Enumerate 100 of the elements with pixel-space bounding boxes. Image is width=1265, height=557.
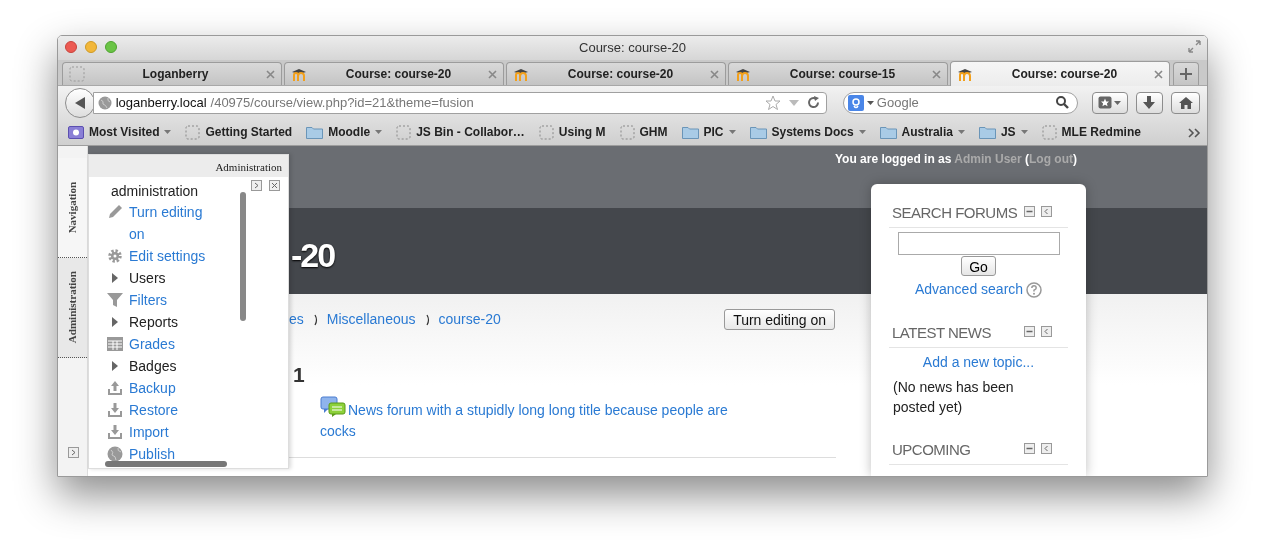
folder-icon (306, 125, 324, 139)
download-icon (107, 424, 123, 440)
pencil-icon (107, 204, 123, 220)
collapse-icon[interactable] (1024, 206, 1035, 217)
bookmarks-menu-button[interactable] (1091, 91, 1128, 114)
separator-icon (313, 313, 319, 326)
bookmark-item[interactable]: PIC (681, 123, 736, 141)
blank-page-icon (185, 124, 201, 140)
block-title: LATEST NEWS (892, 323, 992, 343)
admin-link[interactable]: Grades (129, 333, 213, 355)
minimize-button[interactable] (85, 41, 97, 53)
browser-tab[interactable]: Course: course-20 (950, 61, 1170, 86)
dock-icon[interactable] (1041, 443, 1052, 454)
bookmark-item[interactable]: Systems Docs (749, 123, 866, 141)
dock-icon[interactable] (1041, 206, 1052, 217)
downloads-button[interactable] (1135, 91, 1164, 114)
window-title: Course: course-20 (579, 39, 686, 58)
search-field[interactable]: Google (842, 91, 1078, 114)
admin-branch[interactable]: Reports (129, 311, 213, 333)
bookmark-item[interactable]: Getting Started (185, 123, 293, 141)
bookmark-item[interactable]: Most Visited (68, 123, 172, 141)
block-title: UPCOMING (892, 440, 972, 460)
star-icon (1098, 96, 1113, 109)
help-icon (1026, 281, 1043, 298)
close-icon (266, 69, 275, 79)
vertical-scrollbar[interactable] (240, 192, 246, 321)
breadcrumb-link[interactable]: course-20 (438, 309, 501, 330)
dock-icon[interactable] (251, 180, 262, 191)
back-button[interactable] (65, 87, 95, 118)
blank-page-icon (396, 124, 412, 140)
block-title: SEARCH FORUMS (892, 203, 1019, 223)
admin-link[interactable]: Import (129, 421, 213, 443)
star-icon (764, 95, 781, 110)
close-icon (710, 69, 719, 79)
search-input[interactable] (897, 232, 1060, 255)
browser-tab[interactable]: Course: course-15 (728, 62, 948, 85)
fullscreen-icon[interactable] (1188, 40, 1201, 53)
bookmark-item[interactable]: Australia (879, 123, 965, 141)
collapse-icon[interactable] (1024, 443, 1035, 454)
address-field[interactable]: loganberry.local /40975/course/view.php?id=21&theme=fusion (92, 91, 827, 114)
panel-heading: administration (111, 182, 200, 201)
turn-editing-on-button[interactable]: Turn editing on (724, 309, 835, 330)
search-input[interactable]: Google (876, 92, 1053, 113)
upload-icon (107, 380, 123, 396)
dock-expand-icon[interactable] (68, 447, 79, 458)
filter-icon (107, 292, 123, 308)
admin-branch[interactable]: Users (129, 267, 213, 289)
dock-icon[interactable] (1041, 326, 1052, 337)
bookmark-item[interactable]: GHM (619, 123, 668, 141)
collapse-icon[interactable] (1024, 326, 1035, 337)
bookmark-item[interactable]: Using M (538, 123, 606, 141)
bookmark-item[interactable]: JS Bin - Collabor… (396, 123, 525, 141)
section-title: 1 (293, 362, 306, 388)
empty-news-text: (No news has been posted yet) (892, 378, 1015, 417)
folder-icon (879, 125, 897, 139)
advanced-search-link[interactable]: Advanced search (914, 279, 1024, 300)
breadcrumb-link[interactable]: Miscellaneous (326, 309, 416, 330)
browser-tab[interactable]: Loganberry (62, 62, 282, 85)
blank-page-icon (69, 66, 85, 82)
zoom-button[interactable] (105, 41, 117, 53)
search-icon (1055, 96, 1069, 109)
bookmark-item[interactable]: MLE Redmine (1041, 123, 1141, 141)
down-arrow-icon (1143, 96, 1156, 109)
close-button[interactable] (65, 41, 77, 53)
browser-tab[interactable]: Course: course-20 (284, 62, 504, 85)
horizontal-scrollbar[interactable] (105, 461, 227, 467)
home-button[interactable] (1171, 91, 1200, 114)
admin-branch[interactable]: Badges (129, 355, 213, 377)
admin-link[interactable]: Filters (129, 289, 213, 311)
breadcrumb-link[interactable]: es (289, 309, 304, 330)
folder-icon (681, 125, 699, 139)
blank-page-icon (619, 124, 635, 140)
plus-icon (1180, 68, 1192, 80)
chevron-icon[interactable] (1188, 128, 1201, 138)
globe-icon (107, 446, 123, 462)
blank-page-icon (538, 124, 554, 140)
login-info: You are logged in as Admin User (Log out) (834, 151, 1077, 167)
panel-title: Administration (89, 155, 288, 177)
reload-icon (806, 96, 820, 109)
course-title: -20 (291, 236, 335, 274)
bookmark-item[interactable]: JS (978, 123, 1028, 141)
go-button[interactable]: Go (961, 256, 996, 276)
close-icon[interactable] (269, 180, 280, 191)
gear-icon (107, 248, 123, 264)
forum-link[interactable]: News forum with a stupidly long long title because people are cocks (320, 395, 738, 442)
back-arrow-icon (73, 95, 86, 110)
add-topic-link[interactable]: Add a new topic... (922, 352, 1035, 373)
admin-link[interactable]: Backup (129, 377, 213, 399)
bookmark-item[interactable]: Moodle (306, 123, 383, 141)
dropdown-icon (1114, 100, 1122, 105)
admin-link[interactable]: Turn editing on (129, 201, 213, 245)
home-icon (1178, 96, 1193, 109)
admin-link[interactable]: Publish (129, 443, 213, 465)
admin-link[interactable]: Edit settings (129, 245, 213, 267)
close-icon (932, 69, 941, 79)
admin-link[interactable]: Restore (129, 399, 213, 421)
new-tab-button[interactable] (1173, 62, 1199, 85)
browser-tab[interactable]: Course: course-20 (506, 62, 726, 85)
dock-tab[interactable]: Administration (58, 258, 87, 358)
globe-icon (97, 95, 112, 110)
